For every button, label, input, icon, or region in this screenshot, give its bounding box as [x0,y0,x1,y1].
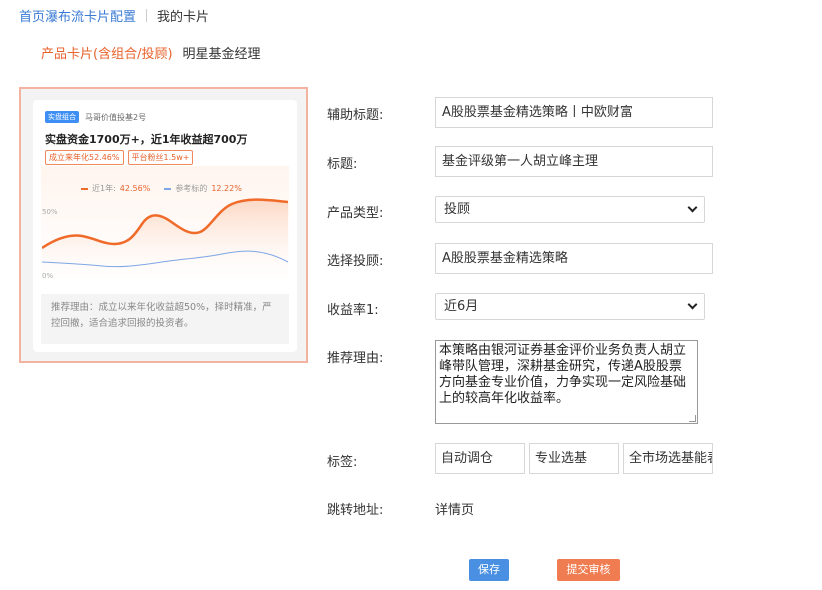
card-title: 实盘资金1700万+，近1年收益超700万 [45,133,248,146]
chevron-down-icon [687,299,698,310]
tag-input-3[interactable]: 全市场选基能表 [623,443,713,474]
badge-annualized: 成立来年化52.46% [45,150,124,165]
series2-label: 参考标的 [175,184,208,193]
jump-url-label: 跳转地址: [327,503,384,518]
series1-legend-icon [81,187,88,190]
chevron-down-icon [687,202,698,213]
breadcrumb-separator [146,9,148,22]
portfolio-tag: 实盘组合 [45,111,79,123]
tag-input-2[interactable]: 专业选基 [529,443,619,474]
tags-label: 标签: [327,455,358,470]
return-rate-value: 近6月 [444,299,479,314]
tab-product-card[interactable]: 产品卡片(含组合/投顾) [41,43,173,62]
product-type-select[interactable]: 投顾 [435,196,705,223]
tab-star-manager[interactable]: 明星基金经理 [183,43,261,62]
series1-area [42,199,288,284]
return-rate-select[interactable]: 近6月 [435,293,705,320]
subtitle-input[interactable]: A股股票基金精选策略丨中欧财富 [435,97,713,128]
series1-value: 42.56% [119,184,151,193]
breadcrumb-parent-link[interactable]: 首页瀑布流卡片配置 [19,6,136,25]
series1-label: 近1年: [92,184,116,193]
card-preview: 实盘组合 马哥价值投基2号 实盘资金1700万+，近1年收益超700万 成立来年… [33,100,297,352]
y-axis-top-label: 50% [42,208,58,216]
product-type-label: 产品类型: [327,206,384,221]
y-axis-bottom-label: 0% [42,272,54,280]
reason-text: 本策略由银河证券基金评价业务负责人胡立峰带队管理，深耕基金研究，传递A股股票方向… [439,343,687,406]
return-rate-label: 收益率1: [327,303,379,318]
breadcrumb: 首页瀑布流卡片配置 我的卡片 [19,6,209,25]
card-type-tabs: 产品卡片(含组合/投顾) 明星基金经理 [41,43,261,62]
badge-fans: 平台粉丝1.5w+ [127,150,194,165]
breadcrumb-current: 我的卡片 [157,10,210,25]
series2-value: 12.22% [211,184,242,193]
card-preview-frame: 实盘组合 马哥价值投基2号 实盘资金1700万+，近1年收益超700万 成立来年… [19,87,308,363]
advisor-input[interactable]: A股股票基金精选策略 [435,243,713,274]
advisor-label: 选择投顾: [327,254,384,269]
title-label: 标题: [327,157,358,172]
tag-input-1[interactable]: 自动调仓 [435,443,525,474]
save-button[interactable]: 保存 [469,559,509,581]
resize-handle-icon[interactable] [689,415,696,422]
subtitle-label: 辅助标题: [327,108,384,123]
submit-review-button[interactable]: 提交审核 [557,559,620,581]
reason-label: 推荐理由: [327,351,384,366]
title-input[interactable]: 基金评级第一人胡立峰主理 [435,146,713,177]
recommend-reason-preview: 推荐理由：成立以来年化收益超50%，择时精准，严控回撤，适合追求回报的投资者。 [41,294,289,344]
jump-url-value: 详情页 [435,503,475,518]
reason-textarea[interactable]: 本策略由银河证券基金评价业务负责人胡立峰带队管理，深耕基金研究，传递A股股票方向… [435,340,698,424]
portfolio-name: 马哥价值投基2号 [85,112,147,122]
series2-legend-icon [164,187,172,190]
product-type-value: 投顾 [444,202,471,217]
